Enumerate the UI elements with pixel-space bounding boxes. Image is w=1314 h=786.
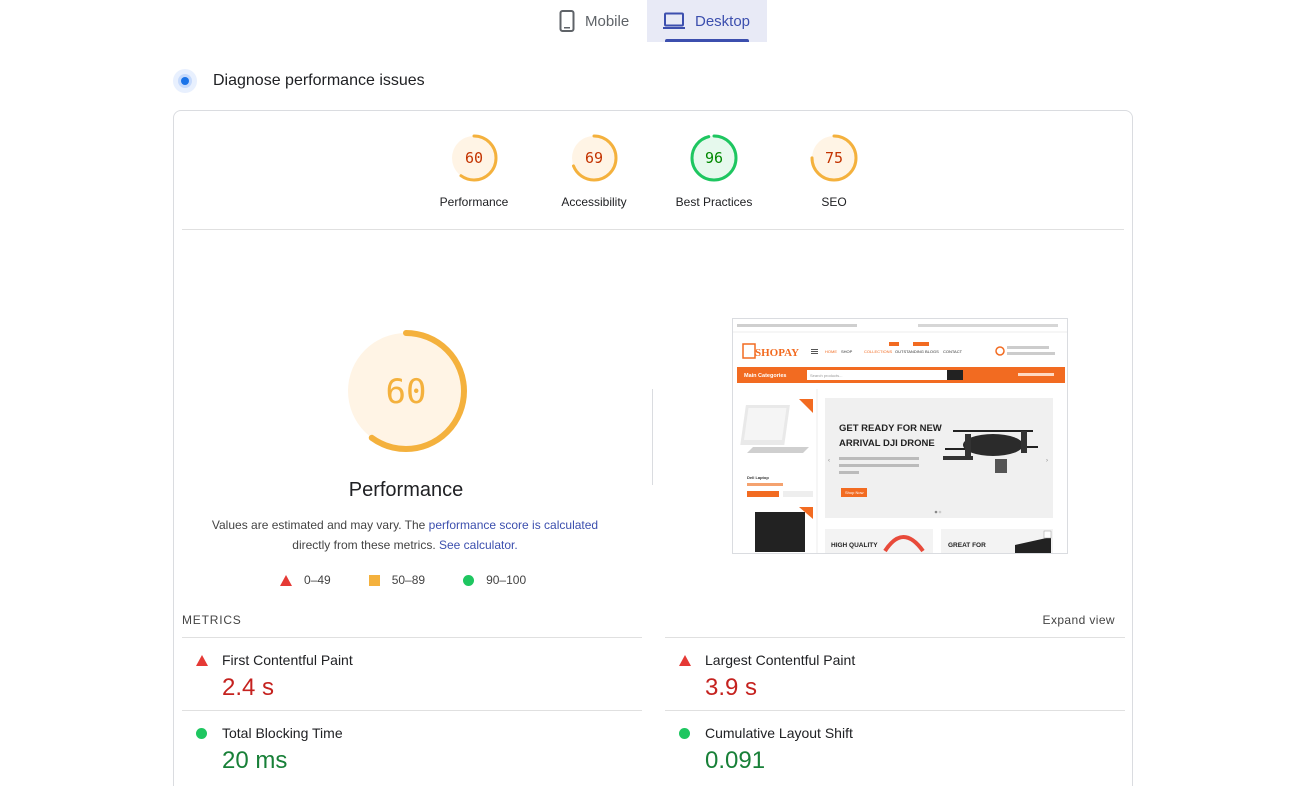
tab-mobile-label: Mobile [585,12,630,30]
legend-label: 50–89 [391,573,426,587]
metric-name: Largest Contentful Paint [705,652,856,668]
triangle-icon [679,655,691,666]
main-gauge-score: 60 [386,372,427,412]
tab-mobile[interactable]: Mobile [543,0,647,42]
legend-item-average: 50–89 [368,573,426,587]
screenshot-nav-item: HOME [825,349,837,354]
gauge-score: 69 [585,149,603,167]
metric-name: Total Blocking Time [222,725,343,741]
metric-largest-contentful-paint: Largest Contentful Paint 3.9 s [665,637,1125,710]
performance-main-gauge: 60 [345,330,467,452]
promo-2: GREAT FOR [948,542,986,549]
brand-logo: SHOPAY [755,347,799,359]
description-text-1: Values are estimated and may vary. The [211,518,429,532]
metric-total-blocking-time: Total Blocking Time 20 ms [182,710,642,783]
square-icon [368,574,380,586]
triangle-icon [280,574,292,586]
score-gauge-accessibility[interactable]: 69 Accessibility [534,133,654,209]
gauge-ring: 69 [570,134,618,182]
gauge-ring: 96 [690,134,738,182]
gauge-score: 75 [825,149,843,167]
screenshot-nav-item: BLOGS [925,349,939,354]
gauge-ring: 75 [810,134,858,182]
metrics-right-column: Largest Contentful Paint 3.9 s Cumulativ… [665,637,1125,783]
banner-button: Shop Now [845,490,864,495]
gauge-label: Accessibility [561,195,627,209]
banner-title-1: GET READY FOR NEW [839,423,942,434]
divider [182,229,1124,230]
section-title: Diagnose performance issues [213,72,425,89]
metric-name: First Contentful Paint [222,652,353,668]
laptop-icon [663,12,685,29]
score-gauges: 60 Performance 69 Accessibility 96 Best Pract… [174,133,1132,233]
metrics-heading: METRICS [182,613,242,627]
page-screenshot: SHOPAY HOME SHOP COLLECTIONS OUTSTANDING BLO… [732,318,1068,554]
metric-first-contentful-paint: First Contentful Paint 2.4 s [182,637,642,710]
metric-value: 0.091 [705,747,766,774]
phone-icon [559,10,575,32]
expand-view-button[interactable]: Expand view [1043,613,1115,627]
metric-value: 20 ms [222,747,288,774]
section-header: Diagnose performance issues [173,69,425,93]
score-gauge-seo[interactable]: 75 SEO [774,133,894,209]
screenshot-nav-item: COLLECTIONS [864,349,893,354]
legend-label: 90–100 [486,573,527,587]
description-text-2: directly from these metrics. [292,538,439,552]
circle-icon [196,728,207,739]
metric-value: 2.4 s [222,674,275,701]
score-legend: 0–49 50–89 90–100 [280,573,564,587]
metric-cumulative-layout-shift: Cumulative Layout Shift 0.091 [665,710,1125,783]
screenshot-nav-item: SHOP [841,349,853,354]
gauge-label: Best Practices [675,195,753,209]
promo-1: HIGH QUALITY [831,542,878,549]
svg-text:‹: ‹ [828,458,830,464]
circle-icon [463,574,475,586]
screenshot-image: SHOPAY HOME SHOP COLLECTIONS OUTSTANDING BLO… [733,319,1067,553]
tab-desktop-label: Desktop [695,12,751,30]
gauge-label: Performance [439,195,509,209]
gauge-score: 60 [465,149,483,167]
diagnose-icon [173,69,197,93]
legend-item-pass: 90–100 [463,573,526,587]
score-gauge-performance[interactable]: 60 Performance [414,133,534,209]
vertical-divider [652,389,653,485]
metrics-left-column: First Contentful Paint 2.4 s Total Block… [182,637,642,783]
gauge-label: SEO [821,195,847,209]
main-categories-label: Main Categories [744,373,786,379]
screenshot-nav-item: CONTACT [943,349,963,354]
device-tabs: Mobile Desktop [543,0,767,42]
score-description: Values are estimated and may vary. The p… [204,515,606,555]
circle-icon [679,728,690,739]
screenshot-nav-item: OUTSTANDING [895,349,924,354]
gauge-score: 96 [705,149,723,167]
score-gauge-best-practices[interactable]: 96 Best Practices [654,133,774,209]
svg-text:›: › [1046,458,1048,464]
gauge-ring: 60 [450,134,498,182]
banner-title-2: ARRIVAL DJI DRONE [839,438,935,449]
legend-item-fail: 0–49 [280,573,331,587]
metric-value: 3.9 s [705,674,758,701]
screenshot-product: Dell Laptop [747,475,769,480]
screenshot-search: Search products... [810,373,842,378]
performance-score-link[interactable]: performance score is calculated [429,518,598,532]
report-card: 60 Performance 69 Accessibility 96 Best Pract… [173,110,1133,786]
metric-name: Cumulative Layout Shift [705,725,853,741]
performance-main-title: Performance [348,479,464,501]
triangle-icon [196,655,208,666]
tab-desktop[interactable]: Desktop [647,0,767,42]
see-calculator-link[interactable]: See calculator. [439,538,518,552]
legend-label: 0–49 [304,573,331,587]
